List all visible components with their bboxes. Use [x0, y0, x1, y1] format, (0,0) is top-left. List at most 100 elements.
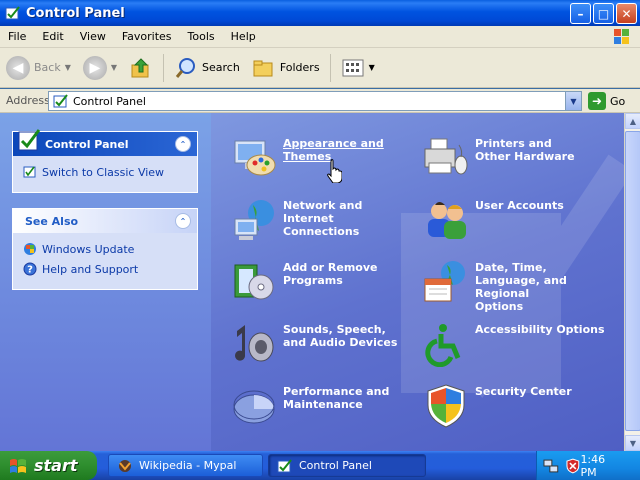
- windows-update-icon: [24, 243, 36, 255]
- hand-cursor-icon: [327, 159, 342, 183]
- chevron-down-icon: ▼: [64, 63, 71, 72]
- clock[interactable]: 1:46 PM: [580, 453, 624, 479]
- system-tray: 1:46 PM: [536, 451, 640, 480]
- address-label: Address: [6, 94, 50, 107]
- category-performance-maintenance[interactable]: Performance and Maintenance: [231, 383, 393, 429]
- back-button[interactable]: ◀ Back ▼: [0, 51, 77, 85]
- switch-classic-view-link[interactable]: Switch to Classic View: [13, 156, 197, 182]
- chevron-down-icon: ▼: [110, 63, 118, 72]
- up-folder-button[interactable]: [123, 51, 159, 85]
- folders-icon: [253, 60, 273, 76]
- search-icon: [175, 57, 196, 78]
- category-label: Accessibility Options: [475, 323, 605, 336]
- back-arrow-icon: ◀: [6, 55, 30, 80]
- help-support-link[interactable]: ? Help and Support: [13, 259, 197, 279]
- category-add-remove-programs[interactable]: Add or Remove Programs: [231, 259, 393, 305]
- category-security-center[interactable]: Security Center: [423, 383, 585, 429]
- category-label: Network and Internet Connections: [283, 199, 363, 238]
- category-user-accounts[interactable]: User Accounts: [423, 197, 585, 243]
- category-sounds-speech-audio[interactable]: Sounds, Speech, and Audio Devices: [231, 321, 407, 367]
- control-panel-icon: [53, 94, 68, 108]
- category-network-internet[interactable]: Network and Internet Connections: [231, 197, 413, 243]
- menu-view[interactable]: View: [72, 30, 114, 43]
- collapse-icon[interactable]: ⌃: [175, 136, 191, 152]
- category-label: Date, Time, Language, and Regional Optio…: [475, 261, 567, 313]
- sound-icon: [235, 325, 274, 362]
- control-panel-icon: [277, 458, 292, 472]
- chevron-down-icon: ▼: [368, 63, 375, 72]
- svg-text:?: ?: [27, 265, 33, 276]
- category-view: Appearance and Themes Printers and Other…: [211, 113, 624, 451]
- menu-favorites[interactable]: Favorites: [114, 30, 180, 43]
- close-button[interactable]: ✕: [616, 3, 637, 24]
- help-icon: ?: [23, 262, 37, 276]
- start-button[interactable]: start: [0, 451, 97, 480]
- menu-tools[interactable]: Tools: [180, 30, 223, 43]
- taskbar: start Wikipedia - Mypal Control Panel 1:…: [0, 451, 640, 480]
- menu-edit[interactable]: Edit: [34, 30, 71, 43]
- users-icon: [428, 202, 466, 239]
- category-date-time-regional[interactable]: Date, Time, Language, and Regional Optio…: [423, 259, 579, 313]
- maximize-button[interactable]: □: [593, 3, 614, 24]
- accessibility-icon: [425, 324, 461, 367]
- go-label: Go: [610, 94, 626, 108]
- taskbar-item-wikipedia[interactable]: Wikipedia - Mypal: [108, 454, 263, 477]
- minimize-button[interactable]: –: [570, 3, 591, 24]
- task-pane: Control Panel ⌃ Switch to Classic View S…: [0, 113, 211, 451]
- back-label: Back: [34, 61, 61, 74]
- scroll-up-button[interactable]: ▲: [625, 113, 640, 129]
- category-label: Security Center: [475, 385, 572, 398]
- address-field[interactable]: Control Panel ▼: [48, 91, 582, 111]
- taskbar-item-control-panel[interactable]: Control Panel: [268, 454, 426, 477]
- title-bar: Control Panel – □ ✕: [0, 0, 640, 26]
- go-button[interactable]: ➜ Go: [588, 92, 625, 110]
- appearance-icon: [234, 140, 276, 176]
- see-also-box: See Also ⌃ Windows Update ? Help and Sup…: [12, 208, 198, 290]
- views-button[interactable]: ▼: [335, 51, 381, 85]
- window-title: Control Panel: [26, 5, 125, 21]
- category-appearance-themes[interactable]: Appearance and Themes: [231, 135, 393, 181]
- control-panel-box: Control Panel ⌃ Switch to Classic View: [12, 129, 198, 193]
- category-label: Performance and Maintenance: [283, 385, 390, 411]
- scroll-down-button[interactable]: ▼: [625, 435, 640, 451]
- category-label: Add or Remove Programs: [283, 261, 378, 287]
- forward-button[interactable]: ▶ ▼: [77, 51, 123, 85]
- menu-file[interactable]: File: [0, 30, 34, 43]
- add-remove-icon: [234, 264, 274, 300]
- category-accessibility-options[interactable]: Accessibility Options: [423, 321, 605, 367]
- vertical-scrollbar[interactable]: ▲ ▼: [624, 113, 640, 451]
- printer-icon: [424, 138, 468, 175]
- network-icon: [234, 200, 274, 240]
- address-value: Control Panel: [73, 94, 146, 108]
- calendar-globe-icon: [424, 261, 465, 302]
- see-also-box-header[interactable]: See Also ⌃: [13, 209, 197, 233]
- control-panel-icon: [23, 166, 36, 178]
- control-panel-icon: [18, 129, 41, 151]
- menu-bar: File Edit View Favorites Tools Help: [0, 26, 640, 48]
- collapse-icon[interactable]: ⌃: [175, 213, 191, 229]
- forward-arrow-icon: ▶: [82, 55, 107, 80]
- taskbar-item-label: Control Panel: [299, 459, 372, 472]
- control-panel-box-header[interactable]: Control Panel ⌃: [13, 129, 197, 156]
- folders-button[interactable]: Folders: [246, 51, 326, 85]
- toolbar-separator: [329, 53, 331, 82]
- switch-classic-view-label: Switch to Classic View: [42, 165, 165, 179]
- category-printers-hardware[interactable]: Printers and Other Hardware: [423, 135, 585, 181]
- menu-help[interactable]: Help: [223, 30, 264, 43]
- windows-logo-icon: [614, 29, 629, 44]
- toolbar: ◀ Back ▼ ▶ ▼ Search Folders ▼: [0, 48, 640, 88]
- scroll-thumb[interactable]: [625, 131, 640, 431]
- go-arrow-icon: ➜: [588, 92, 606, 110]
- windows-logo-icon: [10, 458, 26, 473]
- address-dropdown-button[interactable]: ▼: [565, 92, 581, 110]
- security-alert-icon[interactable]: [565, 458, 581, 474]
- windows-update-label: Windows Update: [42, 242, 135, 256]
- network-tray-icon[interactable]: [543, 458, 559, 474]
- up-folder-icon: [131, 57, 149, 77]
- search-button[interactable]: Search: [168, 51, 246, 85]
- toolbar-separator: [163, 53, 165, 82]
- performance-icon: [233, 390, 275, 424]
- category-label: Sounds, Speech, and Audio Devices: [283, 323, 398, 349]
- folders-label: Folders: [279, 61, 320, 74]
- windows-update-link[interactable]: Windows Update: [13, 233, 197, 259]
